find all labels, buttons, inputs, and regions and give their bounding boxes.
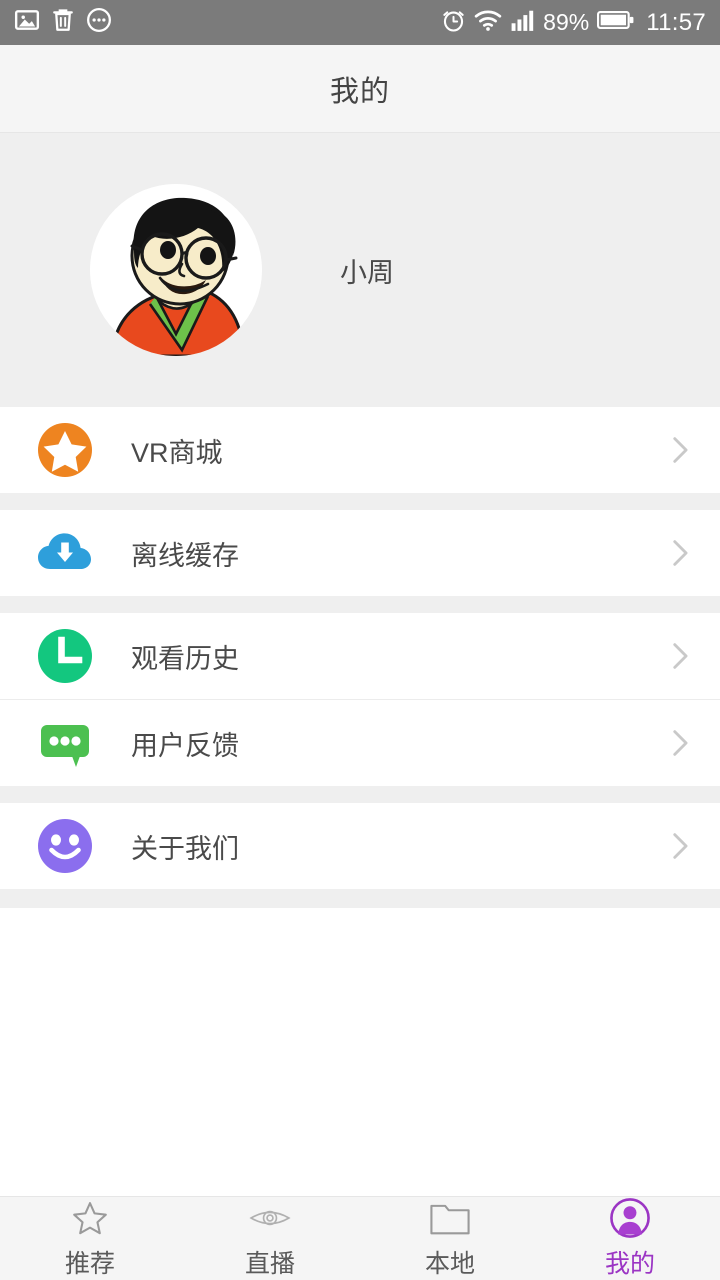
menu-item-label: 离线缓存: [131, 540, 239, 571]
tab-label: 我的: [604, 1249, 655, 1278]
clock-circle-icon: [36, 627, 94, 685]
menu-item-label: 观看历史: [131, 643, 239, 674]
menu-item-vr-store[interactable]: VR商城: [0, 407, 720, 493]
wifi-icon: [474, 8, 502, 37]
person-circle-icon: [608, 1197, 652, 1238]
status-bar: 89% 11:57: [0, 0, 720, 45]
app-screen: 89% 11:57 我的 小周 VR商城 离线缓存 观看历史 用户反馈 关于我们…: [0, 0, 720, 1280]
section-gap: [0, 889, 720, 908]
chevron-right-icon: [662, 639, 696, 673]
speech-bubble-icon: [36, 714, 94, 772]
profile-username: 小周: [340, 257, 394, 288]
tab-live[interactable]: 直播: [180, 1198, 360, 1280]
tab-label: 本地: [424, 1249, 475, 1278]
profile-section[interactable]: 小周: [0, 133, 720, 407]
menu-item-label: 用户反馈: [131, 730, 239, 761]
alarm-icon: [441, 8, 466, 38]
eye-icon: [248, 1198, 292, 1238]
trash-icon: [51, 7, 75, 38]
page-header: 我的: [0, 45, 720, 133]
status-bar-clock: 11:57: [646, 8, 706, 36]
bottom-tab-bar: 推荐 直播 本地 我的: [0, 1196, 720, 1280]
tab-mine[interactable]: 我的: [540, 1197, 720, 1280]
page-title: 我的: [329, 75, 390, 108]
tab-recommend[interactable]: 推荐: [0, 1198, 180, 1280]
signal-icon: [510, 8, 535, 37]
smiley-face-icon: [36, 817, 94, 875]
battery-percent-label: 89%: [543, 9, 590, 35]
image-icon: [14, 7, 40, 38]
tab-local[interactable]: 本地: [360, 1198, 540, 1280]
chevron-right-icon: [662, 726, 696, 760]
chevron-right-icon: [662, 433, 696, 467]
menu-item-about-us[interactable]: 关于我们: [0, 803, 720, 889]
empty-space: [0, 908, 720, 1180]
tab-label: 推荐: [64, 1249, 115, 1278]
section-gap: [0, 596, 720, 613]
chevron-right-icon: [662, 829, 696, 863]
avatar[interactable]: [90, 184, 262, 356]
folder-icon: [428, 1198, 472, 1238]
star-circle-icon: [36, 421, 94, 479]
menu-item-label: VR商城: [131, 437, 223, 468]
more-circle-icon: [86, 7, 112, 38]
cloud-download-icon: [36, 524, 94, 582]
status-bar-left-icons: [14, 7, 112, 38]
menu-item-user-feedback[interactable]: 用户反馈: [0, 700, 720, 786]
section-gap: [0, 786, 720, 803]
chevron-right-icon: [662, 536, 696, 570]
menu-item-label: 关于我们: [131, 833, 239, 864]
menu-item-watch-history[interactable]: 观看历史: [0, 613, 720, 699]
tab-label: 直播: [244, 1249, 295, 1278]
star-outline-icon: [68, 1198, 112, 1238]
menu-item-offline-cache[interactable]: 离线缓存: [0, 510, 720, 596]
status-bar-right-icons: 89% 11:57: [441, 8, 706, 38]
section-gap: [0, 493, 720, 510]
battery-icon: [597, 9, 635, 36]
